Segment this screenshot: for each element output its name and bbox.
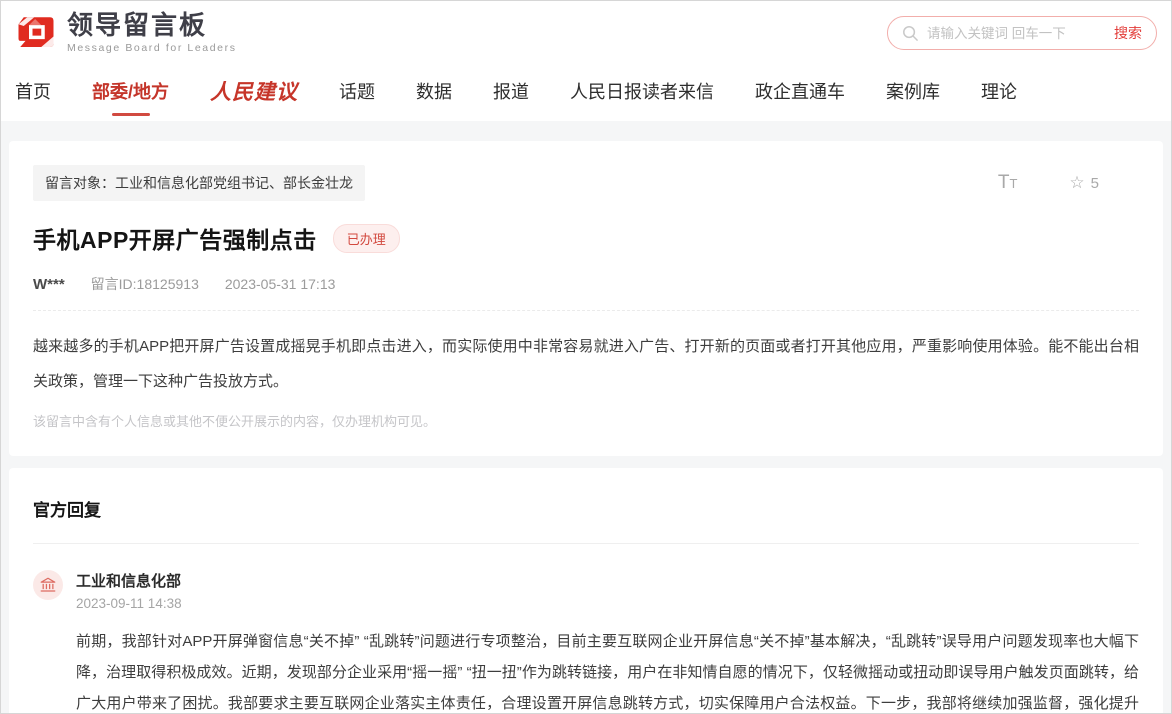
status-badge: 已办理 [333, 224, 400, 253]
nav-item-ministries-local[interactable]: 部委/地方 [92, 72, 169, 114]
main-nav: 首页 部委/地方 人民建议 话题 数据 报道 人民日报读者来信 政企直通车 案例… [1, 65, 1171, 121]
message-target-tag: 留言对象：工业和信息化部党组书记、部长金壮龙 [33, 165, 365, 201]
message-timestamp: 2023-05-31 17:13 [225, 276, 336, 292]
message-id: 留言ID:18125913 [91, 274, 199, 294]
reply-section-title: 官方回复 [33, 492, 1139, 544]
search-input[interactable] [927, 26, 1114, 41]
government-building-icon [39, 576, 57, 594]
nav-item-gov-business-line[interactable]: 政企直通车 [755, 72, 845, 114]
nav-item-reports[interactable]: 报道 [493, 72, 529, 114]
nav-item-home[interactable]: 首页 [15, 72, 51, 114]
agency-avatar [33, 570, 63, 600]
nav-item-label: 部委/地方 [92, 82, 169, 102]
nav-item-reader-letters[interactable]: 人民日报读者来信 [570, 72, 714, 114]
favorite-count: 5 [1091, 175, 1099, 192]
message-card: 留言对象：工业和信息化部党组书记、部长金壮龙 T T ☆ 5 手机APP开屏广告… [9, 141, 1163, 456]
favorite-button[interactable]: ☆ 5 [1069, 173, 1099, 193]
message-card-top-row: 留言对象：工业和信息化部党组书记、部长金壮龙 T T ☆ 5 [33, 165, 1139, 201]
search-box[interactable]: 搜索 [887, 16, 1157, 50]
logo-title: 领导留言板 [67, 12, 237, 39]
logo-text: 领导留言板 Message Board for Leaders [67, 12, 237, 53]
content-area: 留言对象：工业和信息化部党组书记、部长金壮龙 T T ☆ 5 手机APP开屏广告… [1, 121, 1171, 714]
reply-agency-block: 工业和信息化部 2023-09-11 14:38 [76, 570, 182, 611]
official-reply-card: 官方回复 工业和信息化部 2023-09-11 14:38 [9, 468, 1163, 714]
message-author: W*** [33, 276, 65, 293]
message-title-row: 手机APP开屏广告强制点击 已办理 [33, 221, 1139, 255]
nav-item-topics[interactable]: 话题 [339, 72, 375, 114]
site-logo[interactable]: 领导留言板 Message Board for Leaders [15, 12, 237, 54]
page: 领导留言板 Message Board for Leaders 搜索 首页 部委… [0, 0, 1172, 714]
header: 领导留言板 Message Board for Leaders 搜索 [1, 1, 1171, 65]
star-icon: ☆ [1069, 173, 1084, 193]
privacy-note: 该留言中含有个人信息或其他不便公开展示的内容，仅办理机构可见。 [33, 411, 1139, 430]
message-title: 手机APP开屏广告强制点击 [33, 221, 317, 255]
search-icon [902, 25, 919, 42]
nav-item-peoples-suggestions[interactable]: 人民建议 [210, 70, 298, 116]
font-size-icon[interactable]: T T [998, 172, 1018, 194]
nav-item-case-library[interactable]: 案例库 [886, 72, 940, 114]
reply-agency-name: 工业和信息化部 [76, 570, 182, 591]
logo-subtitle: Message Board for Leaders [67, 42, 237, 54]
font-size-small-glyph: T [1009, 176, 1017, 191]
search-button[interactable]: 搜索 [1114, 23, 1142, 43]
reply-body: 前期，我部针对APP开屏弹窗信息“关不掉” “乱跳转”问题进行专项整治，目前主要… [76, 626, 1139, 714]
reply-header: 工业和信息化部 2023-09-11 14:38 [33, 570, 1139, 611]
font-size-large-glyph: T [998, 172, 1010, 194]
reply-timestamp: 2023-09-11 14:38 [76, 596, 182, 611]
active-underline [112, 113, 150, 116]
message-tools: T T ☆ 5 [998, 172, 1139, 194]
nav-item-theory[interactable]: 理论 [981, 72, 1017, 114]
logo-icon [15, 12, 57, 54]
message-body: 越来越多的手机APP把开屏广告设置成摇晃手机即点击进入，而实际使用中非常容易就进… [33, 329, 1139, 399]
message-meta-row: W*** 留言ID:18125913 2023-05-31 17:13 [33, 274, 1139, 311]
nav-item-data[interactable]: 数据 [416, 72, 452, 114]
